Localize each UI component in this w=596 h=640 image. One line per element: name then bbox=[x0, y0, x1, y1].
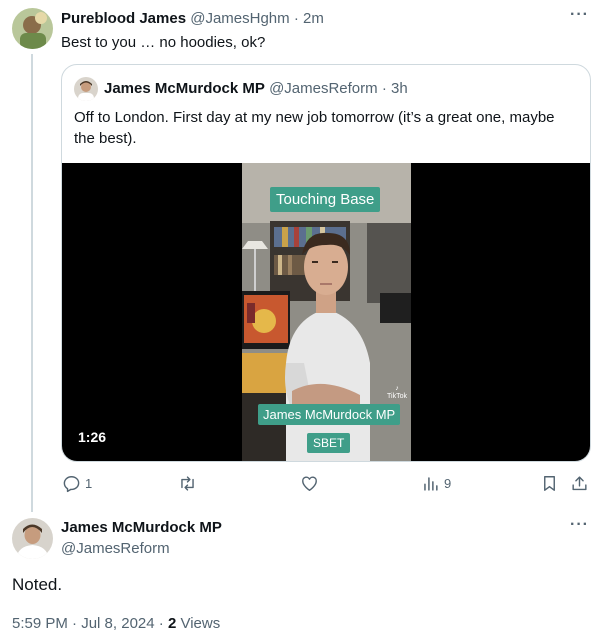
tiktok-icon: ♪ bbox=[395, 385, 399, 392]
main-tweet-date[interactable]: Jul 8, 2024 bbox=[81, 615, 154, 632]
main-tweet-time[interactable]: 5:59 PM bbox=[12, 615, 68, 632]
quoted-text: Off to London. First day at my new job t… bbox=[74, 109, 555, 147]
views-count: 9 bbox=[444, 476, 452, 491]
retweet-icon bbox=[181, 476, 194, 491]
quoted-tweet-card[interactable]: James McMurdock MP @JamesReform · 3h Off… bbox=[61, 64, 591, 462]
share-icon bbox=[572, 476, 587, 491]
bookmark-button[interactable] bbox=[540, 474, 559, 493]
video-caption-bottom: SBET bbox=[307, 433, 351, 453]
main-author-handle[interactable]: @JamesReform bbox=[61, 540, 170, 557]
meta-separator: · bbox=[72, 615, 78, 632]
tiktok-watermark-label: TikTok bbox=[387, 393, 407, 400]
video-caption-name: James McMurdock MP bbox=[258, 404, 401, 425]
thread-connector-line bbox=[31, 54, 33, 512]
analytics-icon bbox=[424, 477, 438, 491]
reply-author-avatar[interactable] bbox=[12, 8, 53, 49]
video-caption-title: Touching Base bbox=[270, 187, 381, 212]
reply-button[interactable]: 1 bbox=[62, 474, 92, 493]
tiktok-watermark: ♪ TikTok bbox=[387, 385, 407, 401]
quoted-header: James McMurdock MP @JamesReform · 3h bbox=[104, 80, 408, 97]
video-player[interactable]: Touching Base ♪ TikTok James McMurdock M… bbox=[62, 163, 590, 461]
main-author-name[interactable]: James McMurdock MP bbox=[61, 519, 222, 536]
views-button[interactable]: 9 bbox=[421, 474, 451, 493]
video-frame: Touching Base ♪ TikTok James McMurdock M… bbox=[242, 163, 411, 461]
quoted-author-name: James McMurdock MP bbox=[104, 80, 265, 97]
meta-separator: · bbox=[158, 615, 164, 632]
video-duration: 1:26 bbox=[78, 429, 107, 445]
quoted-author-handle: @JamesReform bbox=[269, 80, 378, 97]
quoted-separator: · bbox=[381, 80, 387, 97]
heart-icon bbox=[302, 476, 317, 491]
quoted-author-avatar bbox=[74, 77, 98, 101]
reply-header: Pureblood James @JamesHghm · 2m bbox=[61, 10, 324, 27]
reply-text: Best to you … no hoodies, ok? bbox=[61, 34, 266, 51]
reply-author-name[interactable]: Pureblood James bbox=[61, 10, 186, 27]
quoted-timestamp: 3h bbox=[391, 80, 408, 97]
bookmark-icon bbox=[544, 476, 555, 491]
main-views-label: Views bbox=[180, 615, 221, 632]
like-button[interactable] bbox=[300, 474, 323, 493]
main-views-count: 2 bbox=[167, 615, 177, 632]
reply-count: 1 bbox=[85, 476, 93, 491]
main-tweet-text: Noted. bbox=[12, 575, 63, 594]
reply-timestamp[interactable]: 2m bbox=[303, 10, 324, 27]
main-more-icon[interactable]: ··· bbox=[570, 516, 589, 534]
reply-icon bbox=[63, 476, 80, 493]
reply-author-handle[interactable]: @JamesHghm bbox=[190, 10, 289, 27]
main-author-avatar[interactable] bbox=[12, 518, 53, 559]
reply-more-icon[interactable]: ··· bbox=[570, 6, 589, 24]
retweet-button[interactable] bbox=[178, 474, 201, 493]
reply-separator: · bbox=[293, 10, 299, 27]
main-tweet-meta: 5:59 PM · Jul 8, 2024 · 2 Views bbox=[12, 615, 220, 632]
share-button[interactable] bbox=[570, 474, 589, 493]
